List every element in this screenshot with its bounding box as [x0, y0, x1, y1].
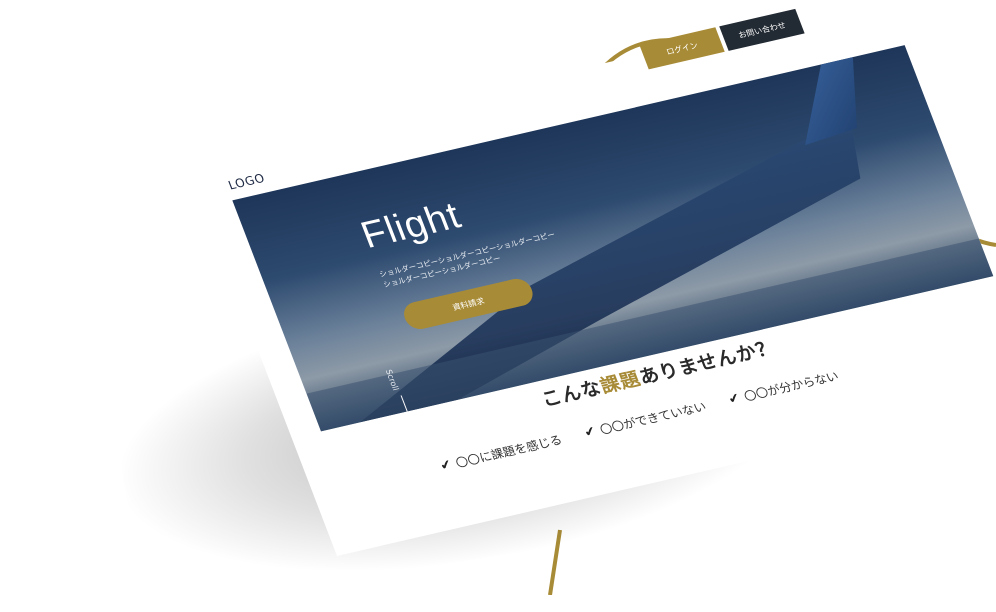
issue-item: ✔ 〇〇が分からない: [726, 367, 841, 408]
issues-heading-before: こんな: [538, 376, 606, 412]
check-icon: ✔: [726, 390, 743, 408]
check-icon: ✔: [582, 424, 599, 441]
issue-item-label: 〇〇が分からない: [742, 368, 841, 404]
contact-button-label: お問い合わせ: [736, 20, 787, 40]
issue-item-label: 〇〇ができていない: [597, 399, 709, 438]
request-materials-label: 資料請求: [451, 296, 486, 312]
login-button-label: ログイン: [664, 40, 700, 57]
check-icon: ✔: [437, 457, 455, 474]
issue-item: ✔ 〇〇ができていない: [582, 398, 709, 442]
site-logo[interactable]: LOGO: [226, 171, 267, 192]
issue-item: ✔ 〇〇に課題を感じる: [438, 431, 565, 475]
issue-item-label: 〇〇に課題を感じる: [453, 432, 565, 471]
